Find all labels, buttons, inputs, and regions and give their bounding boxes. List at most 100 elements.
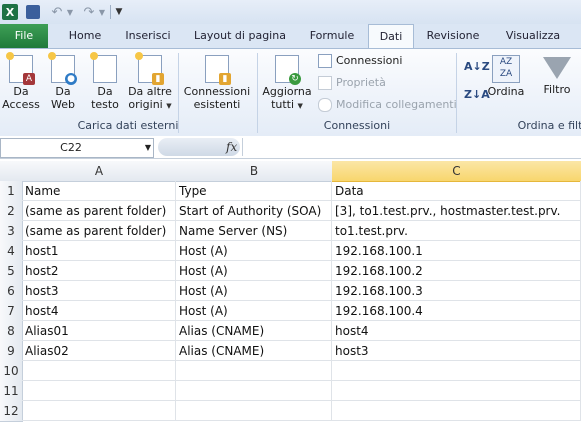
cell-b2[interactable]: Start of Authority (SOA)	[176, 201, 332, 221]
cell-b9[interactable]: Alias (CNAME)	[176, 341, 332, 361]
tab-review[interactable]: Revisione	[420, 24, 486, 48]
cell-b6[interactable]: Host (A)	[176, 281, 332, 301]
group-label-external-data: Carica dati esterni	[77, 119, 179, 132]
row-header-5[interactable]: 5	[0, 261, 23, 282]
redo-dropdown-icon[interactable]: ▼	[98, 3, 106, 21]
customize-icon[interactable]: ▼	[114, 3, 124, 21]
formula-input[interactable]	[242, 138, 581, 156]
link-icon	[318, 98, 332, 112]
cell-c4[interactable]: 192.168.100.1	[332, 241, 581, 261]
cell-a4[interactable]: host1	[22, 241, 176, 261]
tab-data[interactable]: Dati	[368, 24, 414, 49]
cell-c10[interactable]	[332, 361, 581, 381]
row-header-3[interactable]: 3	[0, 221, 23, 242]
row-header-8[interactable]: 8	[0, 321, 23, 342]
refresh-all-button[interactable]: ↻ Aggiorna tutti ▼	[260, 55, 314, 113]
insert-function-icon[interactable]: fx	[226, 138, 237, 156]
cell-b11[interactable]	[176, 381, 332, 401]
cell-b1[interactable]: Type	[176, 181, 332, 201]
cell-b5[interactable]: Host (A)	[176, 261, 332, 281]
cell-a5[interactable]: host2	[22, 261, 176, 281]
from-access-button[interactable]: A Da Access	[2, 52, 40, 111]
chevron-down-icon: ▼	[166, 102, 172, 110]
row-header-4[interactable]: 4	[0, 241, 23, 262]
properties-label: Proprietà	[336, 76, 386, 89]
row-header-7[interactable]: 7	[0, 301, 23, 322]
filter-button[interactable]: Filtro	[536, 55, 578, 96]
undo-dropdown-icon[interactable]: ▼	[66, 3, 74, 21]
tab-home[interactable]: Home	[60, 24, 110, 48]
tab-page-layout[interactable]: Layout di pagina	[190, 24, 290, 48]
cell-c12[interactable]	[332, 401, 581, 421]
web-icon: ●	[48, 52, 77, 85]
save-icon[interactable]	[26, 5, 40, 19]
cell-a10[interactable]	[22, 361, 176, 381]
excel-icon[interactable]: X	[2, 4, 18, 20]
chevron-down-icon[interactable]: ▼	[145, 139, 151, 157]
cell-a9[interactable]: Alias02	[22, 341, 176, 361]
cell-c11[interactable]	[332, 381, 581, 401]
cell-c7[interactable]: 192.168.100.4	[332, 301, 581, 321]
existing-connections-icon: ▮	[205, 55, 231, 85]
tab-view[interactable]: Visualizza	[498, 24, 568, 48]
cell-b7[interactable]: Host (A)	[176, 301, 332, 321]
refresh-all-label-1: Aggiorna	[262, 85, 312, 98]
column-header-c[interactable]: C	[332, 161, 581, 182]
tab-insert[interactable]: Inserisci	[116, 24, 180, 48]
cell-a1[interactable]: Name	[22, 181, 176, 201]
from-access-label-2: Access	[2, 98, 40, 111]
from-web-label-2: Web	[51, 98, 75, 111]
cell-c5[interactable]: 192.168.100.2	[332, 261, 581, 281]
from-text-label-2: testo	[91, 98, 119, 111]
redo-icon[interactable]: ↷	[80, 3, 98, 21]
row-header-9[interactable]: 9	[0, 341, 23, 362]
from-other-label-1: Da altre	[128, 85, 172, 98]
cell-b4[interactable]: Host (A)	[176, 241, 332, 261]
cell-c2[interactable]: [3], to1.test.prv., hostmaster.test.prv.	[332, 201, 581, 221]
refresh-all-label-2: tutti	[271, 98, 295, 111]
group-divider	[456, 53, 457, 133]
from-text-button[interactable]: Da testo	[86, 52, 124, 111]
row-header-12[interactable]: 12	[0, 401, 23, 422]
select-all-corner[interactable]	[0, 161, 23, 182]
edit-links-button[interactable]: Modifica collegamenti	[318, 97, 457, 113]
cell-b3[interactable]: Name Server (NS)	[176, 221, 332, 241]
cell-a3[interactable]: (same as parent folder)	[22, 221, 176, 241]
cell-b8[interactable]: Alias (CNAME)	[176, 321, 332, 341]
row-header-6[interactable]: 6	[0, 281, 23, 302]
row-header-1[interactable]: 1	[0, 181, 23, 202]
column-header-b[interactable]: B	[176, 161, 333, 182]
cell-a8[interactable]: Alias01	[22, 321, 176, 341]
cell-c6[interactable]: 192.168.100.3	[332, 281, 581, 301]
cell-c3[interactable]: to1.test.prv.	[332, 221, 581, 241]
group-label-sort-filter: Ordina e filt	[517, 119, 581, 132]
row-header-10[interactable]: 10	[0, 361, 23, 382]
existing-connections-button[interactable]: ▮ Connessioni esistenti	[182, 55, 252, 111]
sort-button[interactable]: AZ ZA Ordina	[486, 55, 526, 98]
cell-b10[interactable]	[176, 361, 332, 381]
connections-button[interactable]: Connessioni	[318, 53, 402, 69]
cell-a7[interactable]: host4	[22, 301, 176, 321]
row-header-11[interactable]: 11	[0, 381, 23, 402]
tab-formulas[interactable]: Formule	[302, 24, 362, 48]
name-box[interactable]: C22 ▼	[0, 138, 154, 158]
undo-icon[interactable]: ↶	[48, 3, 66, 21]
from-web-button[interactable]: ● Da Web	[44, 52, 82, 111]
tab-file[interactable]: File	[0, 24, 48, 48]
cell-c8[interactable]: host4	[332, 321, 581, 341]
cell-a11[interactable]	[22, 381, 176, 401]
sort-icon: AZ ZA	[492, 55, 520, 83]
cell-a6[interactable]: host3	[22, 281, 176, 301]
access-icon: A	[6, 52, 35, 85]
from-other-sources-button[interactable]: ▮ Da altre origini ▼	[126, 52, 174, 113]
column-header-a[interactable]: A	[22, 161, 177, 182]
cell-a2[interactable]: (same as parent folder)	[22, 201, 176, 221]
sort-label: Ordina	[487, 85, 525, 98]
cell-c1[interactable]: Data	[332, 181, 581, 201]
group-label-connections: Connessioni	[323, 119, 391, 132]
properties-button[interactable]: Proprietà	[318, 75, 386, 91]
cell-b12[interactable]	[176, 401, 332, 421]
cell-a12[interactable]	[22, 401, 176, 421]
row-header-2[interactable]: 2	[0, 201, 23, 222]
cell-c9[interactable]: host3	[332, 341, 581, 361]
